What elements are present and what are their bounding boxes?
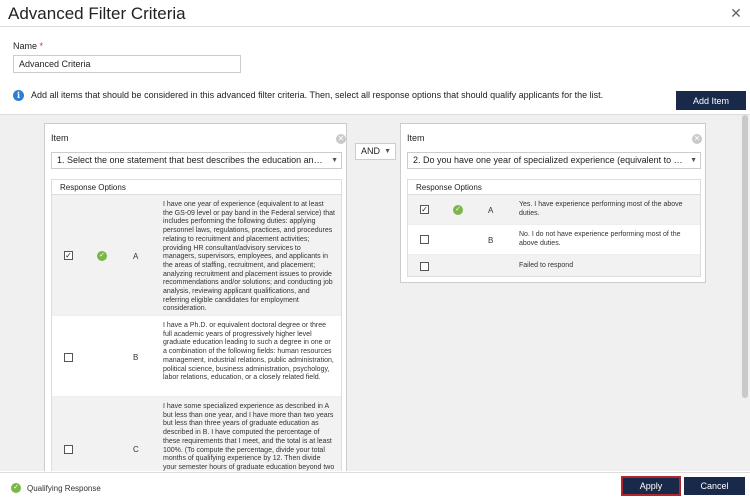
dialog-footer: ✓ Qualifying Response Apply Cancel <box>0 472 750 499</box>
option-text: I have one year of experience (equivalen… <box>163 201 335 313</box>
response-options-header: Response Options <box>52 180 341 195</box>
criteria-workspace: Item ✕ 1. Select the one statement that … <box>0 114 750 471</box>
option-letter: B <box>488 236 494 245</box>
item-card-1: Item ✕ 1. Select the one statement that … <box>44 123 347 471</box>
option-text: Failed to respond <box>519 262 574 269</box>
qualifying-check-icon: ✓ <box>11 483 21 493</box>
operator-value: AND <box>361 146 381 156</box>
info-icon: i <box>13 90 24 101</box>
name-field[interactable] <box>13 55 241 73</box>
option-checkbox[interactable] <box>64 353 73 362</box>
qualifying-legend: Qualifying Response <box>27 484 101 493</box>
response-option-row: ✓ ✓ A I have one year of experience (equ… <box>52 195 341 316</box>
chevron-down-icon: ▼ <box>331 157 338 164</box>
qualifying-check-icon: ✓ <box>453 205 463 215</box>
option-checkbox[interactable]: ✓ <box>64 251 73 260</box>
add-item-button[interactable]: Add Item <box>676 91 746 110</box>
response-options-table: Response Options ✓ ✓ A I have one year o… <box>51 179 342 471</box>
item-question-select[interactable]: 1. Select the one statement that best de… <box>51 152 342 169</box>
option-letter: C <box>133 445 139 454</box>
option-checkbox[interactable] <box>64 445 73 454</box>
option-checkbox[interactable] <box>420 262 429 271</box>
chevron-down-icon: ▼ <box>690 157 697 164</box>
option-text: I have a Ph.D. or equivalent doctoral de… <box>163 322 334 382</box>
required-marker: * <box>39 41 44 51</box>
response-option-row: C I have some specialized experience as … <box>52 397 341 471</box>
option-checkbox[interactable] <box>420 235 429 244</box>
remove-item-icon[interactable]: ✕ <box>336 134 346 144</box>
cancel-button[interactable]: Cancel <box>684 477 745 495</box>
vertical-scrollbar[interactable] <box>742 115 748 398</box>
remove-item-icon[interactable]: ✕ <box>692 134 702 144</box>
apply-button[interactable]: Apply <box>621 476 681 496</box>
dialog-title: Advanced Filter Criteria <box>8 4 186 23</box>
item-card-header: Item <box>407 133 425 143</box>
response-option-row: ✓ ✓ A Yes. I have experience performing … <box>408 195 700 225</box>
item-card-2: Item ✕ 2. Do you have one year of specia… <box>400 123 706 283</box>
response-option-row: Failed to respond <box>408 255 700 276</box>
option-text: I have some specialized experience as de… <box>163 403 335 471</box>
response-option-row: B No. I do not have experience performin… <box>408 225 700 255</box>
item-card-header: Item <box>51 133 69 143</box>
option-checkbox[interactable]: ✓ <box>420 205 429 214</box>
option-letter: B <box>133 353 139 362</box>
response-options-table: Response Options ✓ ✓ A Yes. I have exper… <box>407 179 701 277</box>
name-label-text: Name <box>13 41 38 51</box>
item-question-text: 1. Select the one statement that best de… <box>57 155 342 165</box>
option-text: Yes. I have experience performing most o… <box>519 201 683 217</box>
info-text: Add all items that should be considered … <box>31 90 604 100</box>
info-message: i Add all items that should be considere… <box>13 90 613 102</box>
chevron-down-icon: ▼ <box>384 148 391 155</box>
item-question-select[interactable]: 2. Do you have one year of specialized e… <box>407 152 701 169</box>
response-options-header: Response Options <box>408 180 700 195</box>
qualifying-check-icon: ✓ <box>97 251 107 261</box>
operator-select[interactable]: AND ▼ <box>355 143 396 160</box>
dialog-titlebar: Advanced Filter Criteria ✕ <box>0 0 750 27</box>
item-question-text: 2. Do you have one year of specialized e… <box>413 155 701 165</box>
option-letter: A <box>488 206 494 215</box>
close-icon[interactable]: ✕ <box>728 5 744 21</box>
response-option-row: B I have a Ph.D. or equivalent doctoral … <box>52 316 341 397</box>
option-text: No. I do not have experience performing … <box>519 231 681 247</box>
name-label: Name * <box>13 41 43 51</box>
option-letter: A <box>133 252 139 261</box>
